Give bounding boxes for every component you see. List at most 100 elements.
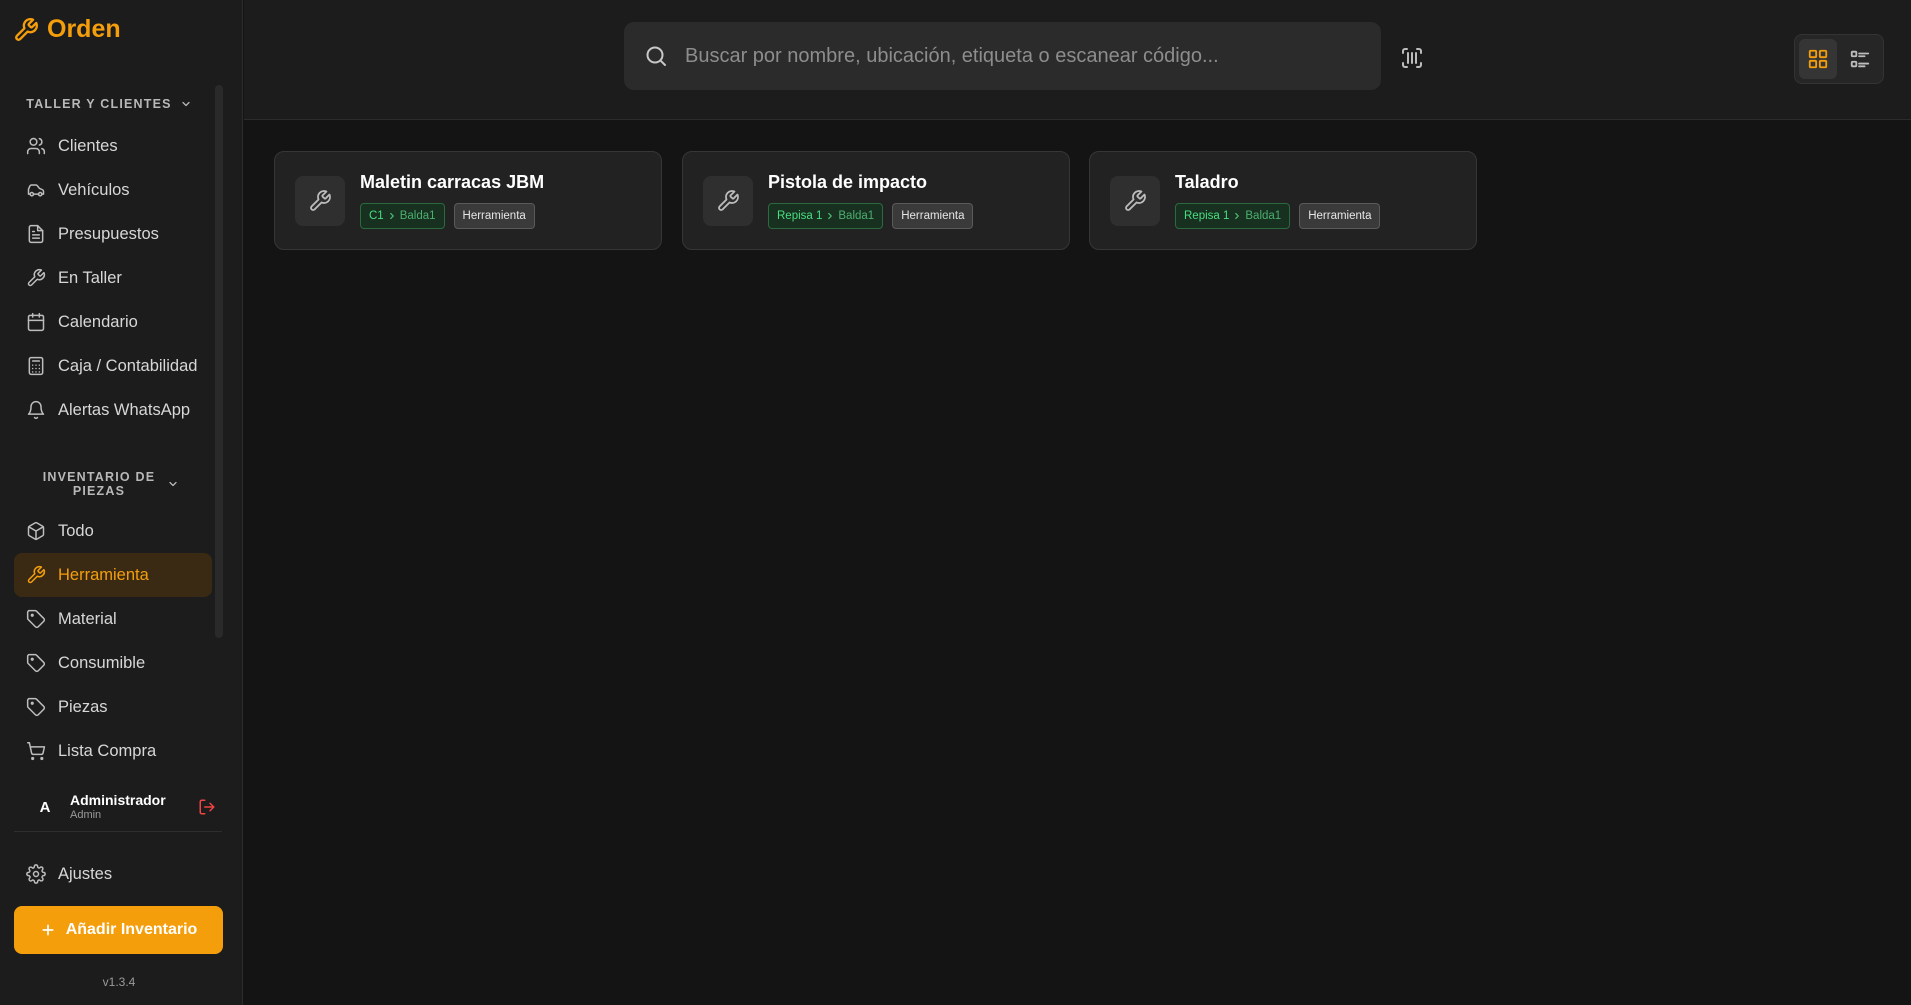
bell-icon bbox=[26, 400, 46, 420]
user-profile: A Administrador Admin bbox=[14, 786, 222, 828]
top-bar bbox=[244, 0, 1911, 120]
sidebar-item-label: Presupuestos bbox=[58, 224, 159, 243]
user-info: Administrador Admin bbox=[70, 792, 166, 822]
inventory-card[interactable]: Maletin carracas JBM C1 Balda1 Herramien… bbox=[274, 151, 662, 250]
app-version: v1.3.4 bbox=[102, 975, 136, 989]
tag-icon bbox=[26, 697, 46, 717]
car-icon bbox=[26, 180, 46, 200]
add-inventory-button[interactable]: Añadir Inventario bbox=[14, 906, 223, 954]
list-icon bbox=[1849, 48, 1871, 70]
item-tags: C1 Balda1 Herramienta bbox=[360, 203, 535, 229]
sidebar-item-label: Vehículos bbox=[58, 180, 130, 199]
user-name: Administrador bbox=[70, 792, 166, 808]
calendar-icon bbox=[26, 312, 46, 332]
sublocation-label: Balda1 bbox=[838, 210, 875, 222]
tag-icon bbox=[26, 609, 46, 629]
cart-icon bbox=[26, 741, 46, 761]
sidebar-item-label: Todo bbox=[58, 521, 94, 540]
item-tags: Repisa 1 Balda1 Herramienta bbox=[768, 203, 974, 229]
sidebar-item-label: Consumible bbox=[58, 653, 146, 672]
user-role: Admin bbox=[70, 809, 102, 821]
sidebar-item-label: Ajustes bbox=[58, 864, 113, 883]
location-badge: Repisa 1 Balda1 bbox=[1175, 203, 1291, 229]
search-bar[interactable] bbox=[624, 22, 1381, 90]
sidebar-item-todo[interactable]: Todo bbox=[14, 509, 212, 553]
grid-view-button[interactable] bbox=[1799, 39, 1837, 79]
plus-icon bbox=[40, 922, 56, 938]
chevron-down-icon bbox=[180, 98, 192, 110]
sublocation-label: Balda1 bbox=[1245, 210, 1282, 222]
wrench-icon bbox=[1110, 176, 1160, 226]
divider bbox=[14, 831, 222, 832]
item-tags: Repisa 1 Balda1 Herramienta bbox=[1175, 203, 1381, 229]
avatar: A bbox=[39, 798, 51, 816]
sidebar-item-herramienta[interactable]: Herramienta bbox=[14, 553, 212, 597]
sidebar-item-piezas[interactable]: Piezas bbox=[14, 685, 212, 729]
location-badge: Repisa 1 Balda1 bbox=[768, 203, 884, 229]
sidebar-item-label: Caja / Contabilidad bbox=[58, 356, 198, 375]
view-toggle bbox=[1794, 34, 1884, 84]
section-header-taller[interactable]: TALLER Y CLIENTES bbox=[14, 97, 204, 111]
calculator-icon bbox=[26, 356, 46, 376]
category-badge: Herramienta bbox=[892, 203, 974, 229]
grid-icon bbox=[1807, 48, 1829, 70]
location-label: Repisa 1 bbox=[1184, 210, 1230, 222]
inventory-card[interactable]: Pistola de impacto Repisa 1 Balda1 Herra… bbox=[682, 151, 1070, 250]
chevron-down-icon bbox=[167, 478, 179, 490]
app-logo[interactable]: Orden bbox=[13, 15, 121, 44]
location-label: C1 bbox=[369, 210, 384, 222]
section-header-inventario[interactable]: INVENTARIO DE PIEZAS bbox=[14, 470, 204, 498]
wrench-icon bbox=[703, 176, 753, 226]
section-title: TALLER Y CLIENTES bbox=[26, 97, 172, 111]
sidebar-item-label: Lista Compra bbox=[58, 741, 157, 760]
wrench-icon bbox=[295, 176, 345, 226]
sidebar-item-label: En Taller bbox=[58, 268, 122, 287]
sidebar-item-calendario[interactable]: Calendario bbox=[14, 300, 212, 344]
location-badge: C1 Balda1 bbox=[360, 203, 445, 229]
sidebar-item-vehiculos[interactable]: Vehículos bbox=[14, 168, 212, 212]
sidebar-item-en-taller[interactable]: En Taller bbox=[14, 256, 212, 300]
section-title: INVENTARIO DE PIEZAS bbox=[42, 470, 156, 498]
sidebar-item-caja[interactable]: Caja / Contabilidad bbox=[14, 344, 212, 388]
sublocation-label: Balda1 bbox=[399, 210, 436, 222]
logout-icon[interactable] bbox=[198, 798, 216, 816]
tag-icon bbox=[26, 653, 46, 673]
item-title: Taladro bbox=[1175, 172, 1239, 192]
wrench-icon bbox=[26, 565, 46, 585]
users-icon bbox=[26, 136, 46, 156]
search-icon bbox=[644, 44, 668, 68]
item-title: Maletin carracas JBM bbox=[360, 172, 545, 192]
gear-icon bbox=[26, 864, 46, 884]
sidebar: Orden TALLER Y CLIENTES Clientes Vehícul… bbox=[0, 0, 243, 1005]
inventory-card[interactable]: Taladro Repisa 1 Balda1 Herramienta bbox=[1089, 151, 1477, 250]
app-name: Orden bbox=[47, 15, 121, 43]
wrench-icon bbox=[26, 268, 46, 288]
sidebar-item-label: Alertas WhatsApp bbox=[58, 400, 191, 419]
sidebar-item-presupuestos[interactable]: Presupuestos bbox=[14, 212, 212, 256]
sidebar-item-material[interactable]: Material bbox=[14, 597, 212, 641]
sidebar-item-consumible[interactable]: Consumible bbox=[14, 641, 212, 685]
sidebar-item-label: Piezas bbox=[58, 697, 108, 716]
sidebar-item-label: Calendario bbox=[58, 312, 138, 331]
search-input[interactable] bbox=[685, 36, 1345, 76]
list-view-button[interactable] bbox=[1841, 39, 1879, 79]
chevron-right-icon bbox=[387, 211, 397, 221]
location-label: Repisa 1 bbox=[777, 210, 823, 222]
wrench-logo-icon bbox=[13, 17, 39, 43]
chevron-right-icon bbox=[825, 211, 835, 221]
sidebar-scrollbar[interactable] bbox=[215, 85, 223, 638]
sidebar-item-ajustes[interactable]: Ajustes bbox=[14, 852, 212, 896]
sidebar-item-lista-compra[interactable]: Lista Compra bbox=[14, 729, 212, 773]
category-badge: Herramienta bbox=[453, 203, 535, 229]
sidebar-item-label: Material bbox=[58, 609, 117, 628]
chevron-right-icon bbox=[1232, 211, 1242, 221]
scan-barcode-icon[interactable] bbox=[1400, 46, 1424, 70]
add-inventory-label: Añadir Inventario bbox=[65, 921, 198, 938]
category-badge: Herramienta bbox=[1299, 203, 1381, 229]
box-icon bbox=[26, 521, 46, 541]
sidebar-item-clientes[interactable]: Clientes bbox=[14, 124, 212, 168]
document-icon bbox=[26, 224, 46, 244]
item-title: Pistola de impacto bbox=[768, 172, 928, 192]
sidebar-item-alertas-whatsapp[interactable]: Alertas WhatsApp bbox=[14, 388, 212, 432]
sidebar-item-label: Herramienta bbox=[58, 565, 149, 584]
